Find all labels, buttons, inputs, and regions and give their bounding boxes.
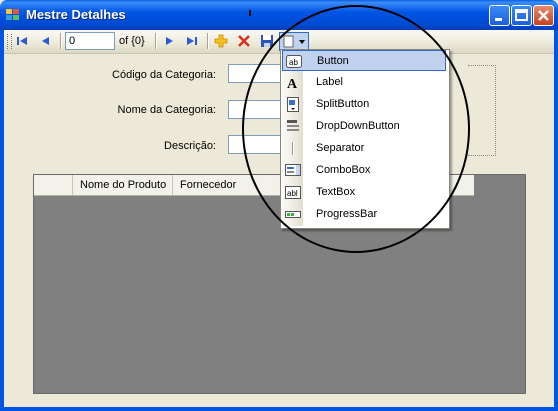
count-label: of {0} bbox=[119, 35, 145, 47]
minimize-button[interactable] bbox=[489, 5, 510, 26]
maximize-button[interactable] bbox=[511, 5, 532, 26]
position-input[interactable] bbox=[65, 32, 115, 50]
column-header-fornecedor[interactable]: Fornecedor bbox=[180, 179, 236, 191]
add-new-icon[interactable] bbox=[213, 33, 229, 49]
close-button[interactable] bbox=[533, 5, 554, 26]
app-icon bbox=[6, 8, 20, 22]
codigo-categoria-label: Código da Categoria: bbox=[112, 69, 216, 81]
descricao-label: Descrição: bbox=[164, 140, 216, 152]
toolbar-separator bbox=[207, 33, 209, 49]
column-divider bbox=[172, 175, 173, 195]
window-title: Mestre Detalhes bbox=[26, 7, 126, 22]
column-header-nome-produto[interactable]: Nome do Produto bbox=[80, 179, 166, 191]
delete-icon[interactable] bbox=[236, 33, 252, 49]
toolbar-separator bbox=[60, 33, 62, 49]
toolbar-grip[interactable] bbox=[7, 34, 12, 49]
move-next-icon[interactable] bbox=[161, 33, 177, 49]
nome-categoria-label: Nome da Categoria: bbox=[117, 104, 216, 116]
move-previous-icon[interactable] bbox=[38, 33, 54, 49]
cursor-mark bbox=[249, 10, 251, 16]
highlight-circle-annotation bbox=[242, 5, 470, 253]
row-header-corner[interactable] bbox=[34, 175, 73, 195]
move-first-icon[interactable] bbox=[14, 33, 30, 49]
toolbar-separator bbox=[155, 33, 157, 49]
move-last-icon[interactable] bbox=[184, 33, 200, 49]
group-box bbox=[468, 65, 496, 156]
